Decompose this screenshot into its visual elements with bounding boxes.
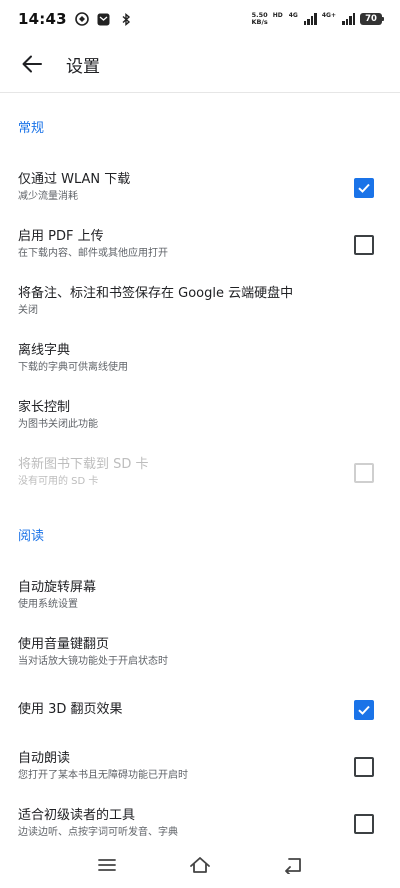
status-left: 14:43 (18, 10, 133, 28)
home-icon (190, 857, 210, 873)
page-title: 设置 (66, 56, 100, 77)
network-speed: 5.50 KB/s (251, 11, 268, 26)
signal-2-icon (342, 13, 355, 25)
section-header-general: 常规 (18, 120, 45, 136)
status-bar: 14:43 5.50 KB/s HD 4G 4G+ 70 (0, 0, 400, 38)
hd-label: HD (272, 12, 283, 19)
checkmark-icon (358, 183, 370, 193)
setting-pdf-upload[interactable]: 启用 PDF 上传 在下载内容、邮件或其他应用打开 (0, 216, 400, 273)
bluetooth-icon (119, 12, 133, 26)
checkbox-auto-read[interactable] (354, 756, 374, 777)
checkbox-3d-page-turn[interactable] (354, 699, 374, 720)
setting-volume-key-turn[interactable]: 使用音量键翻页 当对话放大镜功能处于开启状态时 (0, 624, 400, 681)
return-icon (285, 858, 302, 874)
status-right: 5.50 KB/s HD 4G 4G+ 70 (251, 11, 384, 26)
nav-home-button[interactable] (180, 845, 220, 885)
setting-3d-page-turn[interactable]: 使用 3D 翻页效果 (0, 681, 400, 738)
back-button[interactable] (12, 44, 52, 84)
setting-drive-save[interactable]: 将备注、标注和书签保存在 Google 云端硬盘中 关闭 (0, 273, 400, 330)
battery-icon: 70 (360, 13, 384, 25)
setting-auto-read[interactable]: 自动朗读 您打开了某本书且无障碍功能已开启时 (0, 738, 400, 795)
checkbox-pdf-upload[interactable] (354, 234, 374, 255)
setting-parental-control[interactable]: 家长控制 为图书关闭此功能 (0, 387, 400, 444)
app-bar: 设置 (0, 38, 400, 90)
menu-icon (97, 859, 116, 871)
setting-wlan-only[interactable]: 仅通过 WLAN 下载 减少流量消耗 (0, 159, 400, 216)
app-notification-icon (74, 12, 89, 26)
setting-auto-rotate[interactable]: 自动旋转屏幕 使用系统设置 (0, 567, 400, 624)
nav-back-button[interactable] (273, 845, 313, 885)
checkmark-icon (358, 705, 370, 715)
setting-offline-dictionary[interactable]: 离线字典 下载的字典可供离线使用 (0, 330, 400, 387)
status-time: 14:43 (18, 10, 67, 28)
setting-sd-card: 将新图书下载到 SD 卡 没有可用的 SD 卡 (0, 444, 400, 501)
system-nav-bar (0, 842, 400, 888)
settings-list: 常规 仅通过 WLAN 下载 减少流量消耗 启用 PDF 上传 在下载内容、邮件… (0, 93, 400, 852)
checkbox-wlan-only[interactable] (354, 177, 374, 198)
network-type-1: 4G (288, 12, 298, 19)
nav-menu-button[interactable] (87, 845, 127, 885)
message-icon (97, 12, 111, 26)
arrow-back-icon (22, 55, 42, 73)
section-header-reading: 阅读 (18, 528, 45, 544)
checkbox-beginner-tools[interactable] (354, 813, 374, 834)
signal-1-icon (303, 13, 317, 25)
network-type-2: 4G+ (321, 12, 336, 19)
checkbox-sd-card (354, 462, 374, 483)
